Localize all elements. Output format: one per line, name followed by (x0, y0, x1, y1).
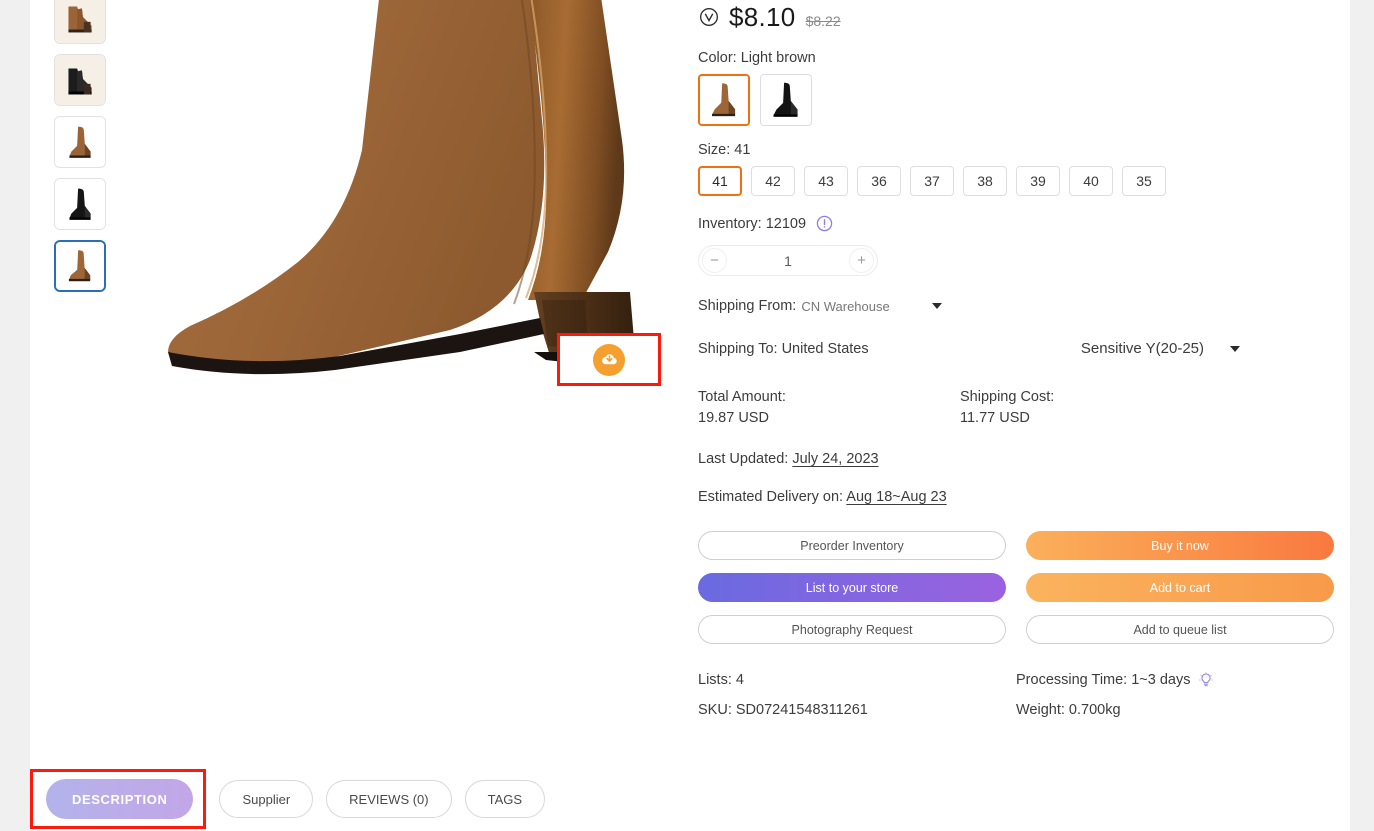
thumbnail-strip (54, 0, 114, 292)
shipping-from-row: Shipping From: CN Warehouse (698, 298, 1348, 314)
size-option-42[interactable]: 42 (751, 166, 795, 196)
product-detail-page: $8.10 $8.22 Color: Light brown Size: 41 … (0, 0, 1374, 831)
color-section: Color: Light brown (698, 50, 1348, 126)
swatch-image (700, 76, 748, 124)
bottom-tabs: DESCRIPTION Supplier REVIEWS (0) TAGS (30, 769, 546, 829)
size-label: Size: 41 (698, 142, 751, 158)
shipping-cost-label: Shipping Cost: (960, 389, 1055, 405)
estimated-delivery-row: Estimated Delivery on: Aug 18~Aug 23 (698, 489, 1348, 505)
processing-time-block: Processing Time: 1~3 days (1016, 672, 1348, 688)
size-option-37[interactable]: 37 (910, 166, 954, 196)
last-updated-row: Last Updated: July 24, 2023 (698, 451, 1348, 467)
size-options: 41 42 43 36 37 38 39 40 35 (698, 166, 1348, 196)
tab-reviews[interactable]: REVIEWS (0) (326, 780, 452, 818)
add-to-cart-button[interactable]: Add to cart (1026, 573, 1334, 602)
original-price: $8.22 (805, 12, 841, 29)
swatch-image (761, 75, 811, 125)
inventory-label: Inventory: 12109 (698, 215, 807, 232)
size-option-40[interactable]: 40 (1069, 166, 1113, 196)
sku-value: SKU: SD07241548311261 (698, 702, 868, 718)
size-option-36[interactable]: 36 (857, 166, 901, 196)
tab-supplier[interactable]: Supplier (219, 780, 314, 818)
inventory-row: Inventory: 12109 (698, 215, 1348, 232)
shipping-from-value: CN Warehouse (801, 298, 890, 314)
quantity-increase-button[interactable]: + (848, 248, 874, 273)
shipping-to-label: Shipping To: United States (698, 340, 869, 357)
thumbnail-1[interactable] (54, 0, 106, 44)
shipping-method-select[interactable]: Sensitive Y(20-25) (1081, 340, 1240, 357)
tab-tags[interactable]: TAGS (464, 780, 546, 818)
verified-v-icon (700, 8, 718, 26)
chevron-down-icon-warehouse[interactable] (931, 303, 942, 309)
last-updated-value[interactable]: July 24, 2023 (792, 451, 878, 467)
size-option-35[interactable]: 35 (1122, 166, 1166, 196)
shipping-cost-block: Shipping Cost: 11.77 USD (960, 387, 1222, 429)
total-amount-value: 19.87 USD (698, 410, 769, 426)
product-details-panel: $8.10 $8.22 Color: Light brown Size: 41 … (698, 0, 1348, 718)
shipping-cost-value: 11.77 USD (960, 410, 1030, 426)
chevron-down-icon-method[interactable] (1230, 345, 1240, 352)
total-amount-block: Total Amount: 19.87 USD (698, 387, 960, 429)
total-amount-label: Total Amount: (698, 389, 786, 405)
cloud-download-glyph (601, 354, 617, 365)
download-image-highlight-box[interactable] (557, 333, 661, 386)
lightbulb-icon[interactable] (1198, 672, 1214, 688)
processing-time: Processing Time: 1~3 days (1016, 672, 1191, 688)
current-price: $8.10 (729, 1, 796, 32)
lists-count: Lists: 4 (698, 672, 744, 688)
thumbnail-4[interactable] (54, 178, 106, 230)
color-swatch-black[interactable] (760, 74, 812, 126)
exclamation-circle-icon[interactable] (816, 215, 833, 232)
shipping-method-value: Sensitive Y(20-25) (1080, 340, 1204, 357)
boot-thumb-image (55, 179, 105, 229)
buy-it-now-button[interactable]: Buy it now (1026, 531, 1334, 560)
photography-request-button[interactable]: Photography Request (698, 615, 1006, 644)
boot-thumb-image (56, 242, 104, 290)
size-option-39[interactable]: 39 (1016, 166, 1060, 196)
action-buttons: Preorder Inventory Buy it now List to yo… (698, 531, 1348, 644)
color-label: Color: Light brown (698, 50, 816, 66)
size-option-43[interactable]: 43 (804, 166, 848, 196)
quantity-value[interactable]: 1 (784, 253, 792, 269)
cloud-download-icon[interactable] (593, 343, 625, 376)
boot-thumb-image (55, 117, 105, 167)
estimated-delivery-value[interactable]: Aug 18~Aug 23 (846, 489, 946, 505)
size-option-41[interactable]: 41 (698, 166, 742, 196)
quantity-stepper: − 1 + (698, 245, 878, 276)
add-to-queue-list-button[interactable]: Add to queue list (1026, 615, 1334, 644)
last-updated-label: Last Updated: (698, 451, 789, 467)
list-to-your-store-button[interactable]: List to your store (698, 573, 1006, 602)
shipping-to-row: Shipping To: United States Sensitive Y(2… (698, 340, 1348, 357)
estimated-delivery-label: Estimated Delivery on: (698, 489, 844, 505)
size-option-38[interactable]: 38 (963, 166, 1007, 196)
color-swatches (698, 74, 1348, 126)
price-row: $8.10 $8.22 (698, 0, 1348, 34)
content-card: $8.10 $8.22 Color: Light brown Size: 41 … (30, 0, 1350, 831)
boot-thumb-image (55, 0, 105, 43)
thumbnail-5-selected[interactable] (54, 240, 106, 292)
amounts-row: Total Amount: 19.87 USD Shipping Cost: 1… (698, 387, 1348, 429)
description-tab-highlight-box[interactable]: DESCRIPTION (30, 769, 207, 829)
preorder-inventory-button[interactable]: Preorder Inventory (698, 531, 1006, 560)
tab-description[interactable]: DESCRIPTION (46, 779, 194, 819)
thumbnail-2[interactable] (54, 54, 106, 106)
color-swatch-light-brown[interactable] (698, 74, 750, 126)
thumbnail-3[interactable] (54, 116, 106, 168)
size-section: Size: 41 41 42 43 36 37 38 39 40 35 (698, 142, 1348, 196)
weight-value: Weight: 0.700kg (1016, 702, 1121, 718)
quantity-decrease-button[interactable]: − (702, 248, 727, 273)
product-meta: Lists: 4 Processing Time: 1~3 days SKU: … (698, 672, 1348, 718)
shipping-from-label: Shipping From: (698, 298, 797, 314)
boot-thumb-image (55, 55, 105, 105)
